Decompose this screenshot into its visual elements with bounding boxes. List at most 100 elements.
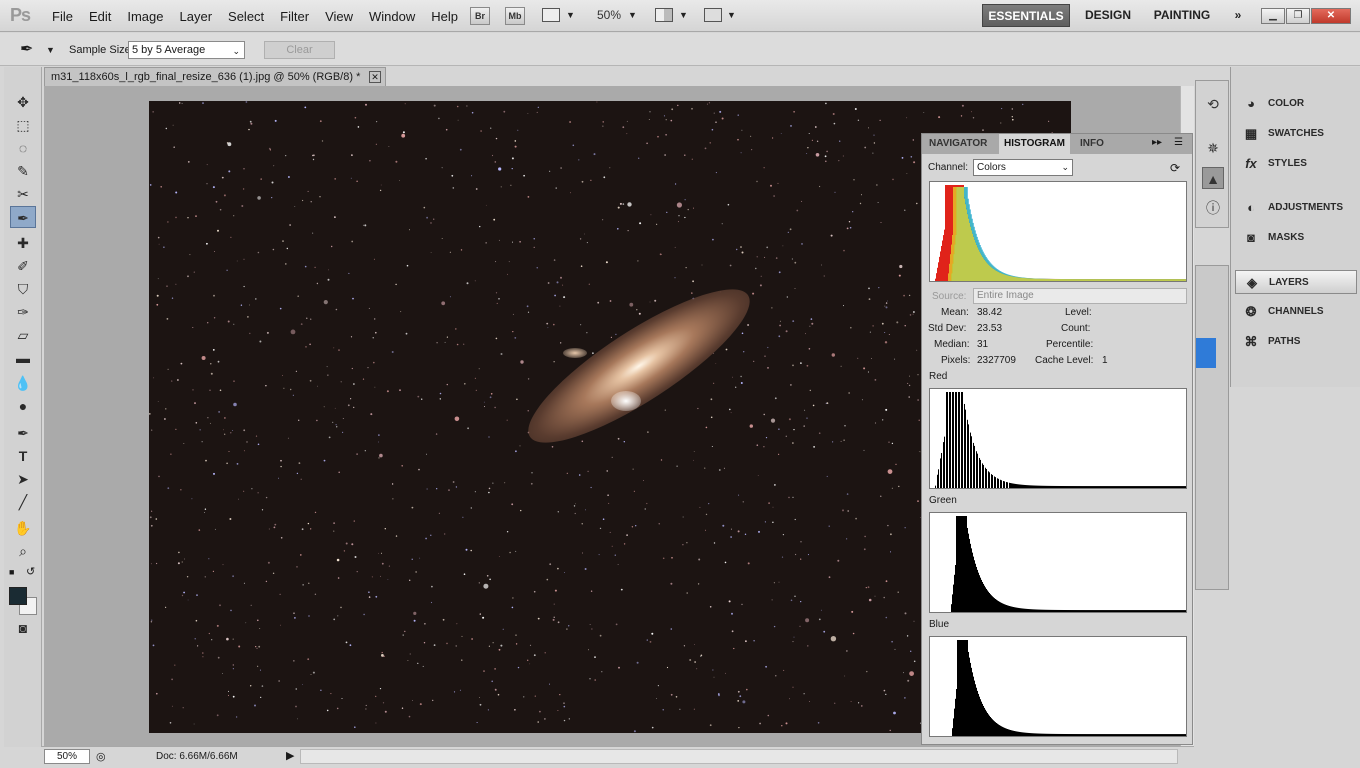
median-label: Median: [934, 339, 970, 350]
info-panel-icon[interactable]: ⓘ [1202, 197, 1224, 219]
workspace-design[interactable]: DESIGN [1078, 4, 1138, 27]
close-button[interactable]: ✕ [1311, 8, 1351, 24]
green-channel-label: Green [929, 495, 957, 506]
channel-select[interactable]: Colors ⌄ [973, 159, 1073, 176]
path-selection-tool-icon[interactable]: ➤ [10, 468, 36, 490]
panel-styles[interactable]: fx STYLES [1235, 152, 1357, 176]
std-dev-label: Std Dev: [928, 323, 967, 334]
menu-help[interactable]: Help [423, 9, 466, 24]
panel-paths[interactable]: ⌘ PATHS [1235, 330, 1357, 354]
clone-stamp-tool-icon[interactable]: ⛉ [10, 278, 36, 300]
menu-layer[interactable]: Layer [172, 9, 221, 24]
refresh-icon[interactable]: ⟳ [1170, 161, 1180, 175]
panel-collapse-icon[interactable]: ▸▸ [1152, 137, 1162, 148]
history-panel-icon[interactable]: ⟲ [1202, 93, 1224, 115]
clear-button[interactable]: Clear [264, 41, 335, 59]
source-select[interactable]: Entire Image [973, 288, 1187, 304]
menu-edit[interactable]: Edit [81, 9, 119, 24]
zoom-field[interactable]: 50% [44, 749, 90, 764]
panel-channels-label: CHANNELS [1268, 306, 1324, 317]
panel-layers[interactable]: ◈ LAYERS [1235, 270, 1357, 294]
horizontal-scrollbar[interactable] [300, 749, 1178, 764]
sample-size-select[interactable]: 5 by 5 Average ⌄ [128, 41, 245, 59]
count-label: Count: [1061, 323, 1091, 334]
restore-button[interactable]: ❐ [1286, 8, 1310, 24]
tab-info[interactable]: INFO [1075, 134, 1109, 154]
arrange-documents-icon[interactable] [655, 8, 673, 22]
line-tool-icon[interactable]: ╱ [10, 491, 36, 513]
move-tool-icon[interactable]: ✥ [10, 91, 36, 113]
panel-masks[interactable]: ◙ MASKS [1235, 226, 1357, 250]
tab-navigator[interactable]: NAVIGATOR [924, 134, 992, 154]
close-icon[interactable]: ✕ [369, 71, 381, 83]
type-tool-icon[interactable]: T [10, 445, 36, 467]
swap-colors-icon[interactable]: ↺ [26, 565, 35, 578]
menu-filter[interactable]: Filter [272, 9, 317, 24]
document-title: m31_118x60s_l_rgb_final_resize_636 (1).j… [51, 71, 361, 83]
crop-tool-icon[interactable]: ✂ [10, 183, 36, 205]
satellite-galaxy [563, 348, 587, 358]
marquee-tool-icon[interactable]: ⬚ [10, 114, 36, 136]
selected-layer-row[interactable] [1196, 338, 1216, 368]
workspace-painting[interactable]: PAINTING [1146, 4, 1218, 27]
doc-size-info: Doc: 6.66M/6.66M [156, 751, 238, 762]
panel-swatches[interactable]: ▦ SWATCHES [1235, 122, 1357, 146]
red-channel-label: Red [929, 371, 948, 382]
blue-histogram-chart [952, 640, 1186, 736]
minimize-button[interactable]: ▁ [1261, 8, 1285, 24]
status-info-icon[interactable]: ◎ [96, 750, 106, 763]
panel-adjustments[interactable]: ◐ ADJUSTMENTS [1235, 196, 1357, 220]
chevron-down-icon[interactable]: ▼ [727, 10, 736, 20]
menu-file[interactable]: File [44, 9, 81, 24]
chevron-down-icon[interactable]: ▼ [46, 45, 55, 55]
panel-tabs: NAVIGATOR HISTOGRAM INFO ▸▸ ☰ [922, 134, 1192, 154]
panel-menu-icon[interactable]: ☰ [1174, 137, 1183, 148]
chevron-down-icon: ⌄ [1061, 162, 1069, 172]
panel-color[interactable]: ◕ COLOR [1235, 92, 1357, 116]
document-tab[interactable]: m31_118x60s_l_rgb_final_resize_636 (1).j… [44, 67, 386, 86]
bridge-button[interactable]: Br [470, 7, 490, 25]
menu-window[interactable]: Window [361, 9, 423, 24]
zoom-tool-icon[interactable]: ⌕ [10, 540, 36, 562]
app-zoom-level[interactable]: 50% [597, 8, 621, 22]
gradient-tool-icon[interactable]: ▬ [10, 347, 36, 369]
workspace-essentials[interactable]: ESSENTIALS [982, 4, 1070, 27]
tab-histogram[interactable]: HISTOGRAM [999, 134, 1070, 154]
histogram-panel-icon[interactable]: ▲ [1202, 167, 1224, 189]
dock-empty-area [1230, 388, 1360, 768]
galaxy-core [611, 391, 641, 411]
adjustments-icon: ◐ [1247, 200, 1255, 215]
hand-tool-icon[interactable]: ✋ [10, 517, 36, 539]
default-colors-icon[interactable]: ■ [9, 567, 14, 577]
blue-histogram [929, 636, 1187, 737]
panel-channels[interactable]: ❂ CHANNELS [1235, 300, 1357, 324]
chevron-down-icon[interactable]: ▼ [628, 10, 637, 20]
workspace-more-button[interactable]: » [1226, 4, 1250, 27]
history-brush-tool-icon[interactable]: ✑ [10, 301, 36, 323]
status-menu-arrow-icon[interactable]: ▶ [286, 749, 294, 762]
quick-selection-tool-icon[interactable]: ✎ [10, 160, 36, 182]
mini-bridge-button[interactable]: Mb [505, 7, 525, 25]
menu-image[interactable]: Image [119, 9, 171, 24]
tools-panel: ✥ ⬚ ◌ ✎ ✂ ✒ ✚ ✐ ⛉ ✑ ▱ ▬ 💧 ● ✒ T ➤ ╱ ✋ ⌕ … [4, 67, 42, 747]
foreground-color-swatch[interactable] [9, 587, 27, 605]
lasso-tool-icon[interactable]: ◌ [10, 137, 36, 159]
eraser-tool-icon[interactable]: ▱ [10, 324, 36, 346]
brush-tool-icon[interactable]: ✐ [10, 255, 36, 277]
view-extras-icon[interactable] [542, 8, 560, 22]
screen-mode-icon[interactable] [704, 8, 722, 22]
status-bar: 50% ◎ Doc: 6.66M/6.66M ▶ [42, 746, 1194, 766]
chevron-down-icon[interactable]: ▼ [566, 10, 575, 20]
healing-brush-tool-icon[interactable]: ✚ [10, 232, 36, 254]
dodge-tool-icon[interactable]: ● [10, 395, 36, 417]
color-sampler-tool-icon[interactable]: ✒ [10, 206, 36, 228]
pen-tool-icon[interactable]: ✒ [10, 422, 36, 444]
chevron-down-icon[interactable]: ▼ [679, 10, 688, 20]
channel-label: Channel: [928, 162, 969, 173]
navigator-panel-icon[interactable]: ✵ [1202, 137, 1224, 159]
menu-select[interactable]: Select [220, 9, 272, 24]
eyedropper-preset-icon[interactable]: ✒ [20, 39, 33, 59]
quick-mask-icon[interactable]: ◙ [10, 617, 36, 639]
menu-view[interactable]: View [317, 9, 361, 24]
blur-tool-icon[interactable]: 💧 [10, 372, 36, 394]
